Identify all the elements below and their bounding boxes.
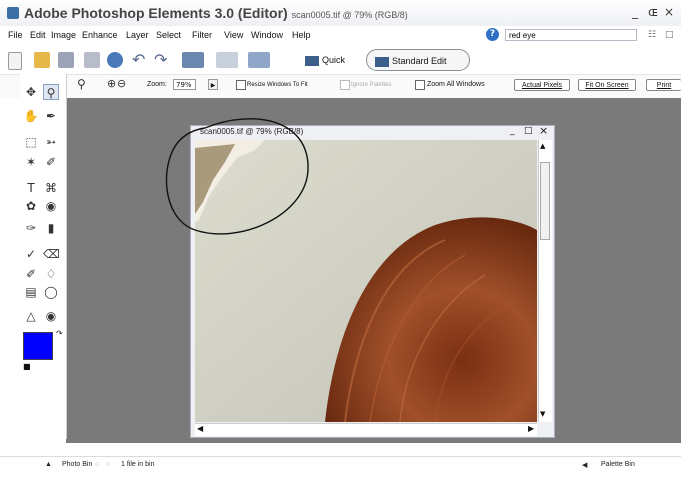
bin-next-icon[interactable]: ○ xyxy=(106,461,110,468)
status-bar xyxy=(0,456,681,477)
bin-prev-icon[interactable]: ○ xyxy=(95,461,99,468)
annotation-circle xyxy=(165,118,309,235)
panel-divider xyxy=(0,443,681,456)
photo-bin-arrow-icon[interactable]: ▲ xyxy=(45,461,52,468)
palette-bin-label[interactable]: Palette Bin xyxy=(601,461,635,468)
annotation-overlay xyxy=(165,118,309,235)
photo-bin-label[interactable]: Photo Bin xyxy=(62,461,92,468)
files-in-bin-label: 1 file in bin xyxy=(121,461,155,468)
palette-bin-arrow-icon[interactable]: ◀ xyxy=(582,461,587,469)
